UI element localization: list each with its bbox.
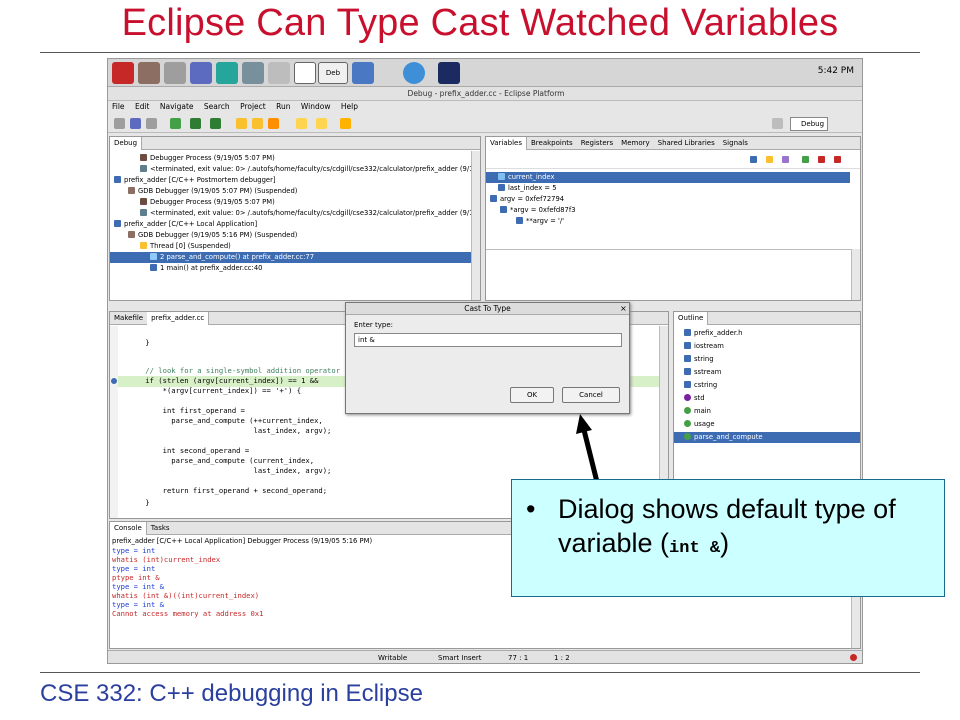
callout-code: int & [669,539,721,558]
arrow-overlay [576,414,601,487]
arrow-head [576,414,592,434]
footer-divider [40,672,920,673]
callout-box: • Dialog shows default type of variable … [511,479,945,597]
bullet: • [526,494,536,524]
callout-text: Dialog shows default type of variable (i… [558,494,896,558]
slide-footer: CSE 332: C++ debugging in Eclipse [40,680,423,707]
callout-arrow [581,429,601,487]
